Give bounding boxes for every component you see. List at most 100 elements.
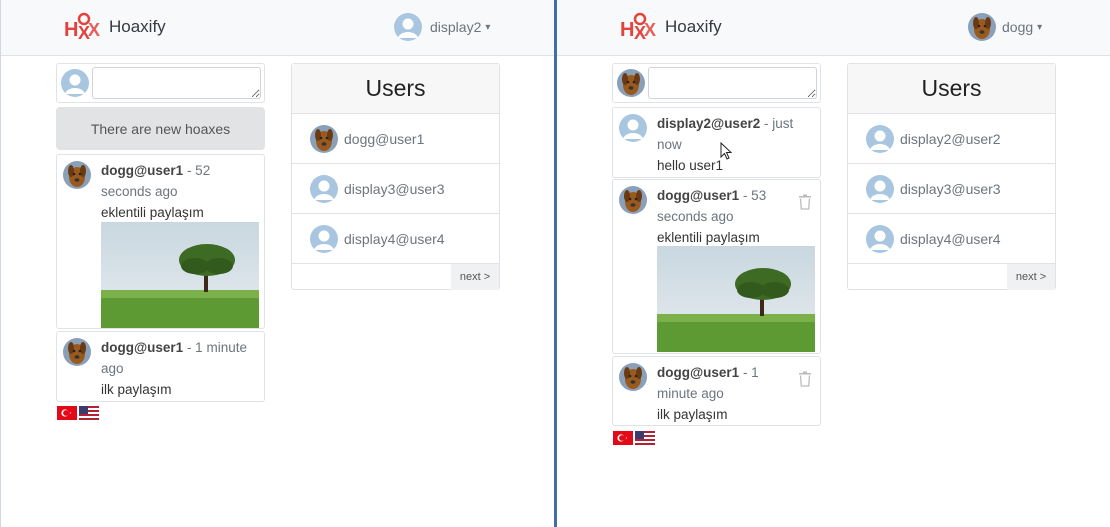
hoax-textarea[interactable] bbox=[92, 67, 261, 99]
usa-flag-icon[interactable] bbox=[79, 406, 99, 420]
turkey-flag-icon[interactable] bbox=[613, 431, 633, 445]
user-list-item[interactable]: display4@user4 bbox=[848, 214, 1055, 264]
hoax-submit-card bbox=[612, 63, 821, 103]
user-list-label: display4@user4 bbox=[344, 230, 445, 247]
language-selector bbox=[57, 406, 99, 420]
user-silhouette-icon bbox=[866, 174, 894, 203]
users-footer: next > bbox=[292, 264, 499, 290]
screen: H X X Hoaxify display2 ▾ There are new h… bbox=[0, 0, 1110, 527]
user-list-item[interactable]: display3@user3 bbox=[848, 164, 1055, 214]
dog-avatar bbox=[619, 186, 647, 214]
current-username: dogg bbox=[1002, 19, 1034, 35]
usa-flag-icon[interactable] bbox=[635, 431, 655, 445]
brand-name: Hoaxify bbox=[665, 17, 722, 36]
brand-link[interactable]: H X X Hoaxify bbox=[619, 12, 722, 42]
hoax-time-cont: minute ago bbox=[657, 386, 724, 401]
svg-text:X: X bbox=[644, 20, 656, 40]
hoax-content: eklentili paylaşım bbox=[101, 205, 204, 220]
navbar: H X X Hoaxify display2 ▾ bbox=[1, 0, 555, 56]
hoax-item: dogg@user1 - 52 seconds ago eklentili pa… bbox=[56, 154, 265, 329]
svg-text:H: H bbox=[64, 19, 78, 41]
hoax-body: dogg@user1 - 1 minute ago ilk paylaşım bbox=[101, 337, 247, 400]
user-dropdown[interactable]: dogg ▾ bbox=[968, 13, 1042, 41]
navbar: H X X Hoaxify dogg ▾ bbox=[557, 0, 1110, 56]
trash-icon[interactable] bbox=[798, 194, 812, 210]
brand-name: Hoaxify bbox=[109, 17, 166, 36]
hoax-body: dogg@user1 - 1 minute ago ilk paylaşım bbox=[657, 362, 759, 425]
user-list-label: display3@user3 bbox=[900, 180, 1001, 197]
hoax-time: - 52 bbox=[183, 163, 211, 178]
user-list-item[interactable]: dogg@user1 bbox=[292, 114, 499, 164]
hoaxify-logo-icon: H X X bbox=[620, 12, 656, 42]
dog-avatar bbox=[619, 363, 647, 391]
language-selector bbox=[613, 431, 655, 445]
brand-link[interactable]: H X X Hoaxify bbox=[63, 12, 166, 42]
hoax-body: dogg@user1 - 53 seconds ago eklentili pa… bbox=[657, 185, 766, 248]
dog-avatar bbox=[310, 124, 338, 153]
next-page-button[interactable]: next > bbox=[1007, 264, 1055, 290]
user-silhouette-icon bbox=[310, 174, 338, 203]
trash-icon[interactable] bbox=[798, 371, 812, 387]
left-browser-pane: H X X Hoaxify display2 ▾ There are new h… bbox=[0, 0, 555, 527]
hoax-attachment-image bbox=[657, 246, 815, 352]
next-page-button[interactable]: next > bbox=[451, 264, 499, 290]
user-list-label: display3@user3 bbox=[344, 180, 445, 197]
user-silhouette-icon bbox=[310, 224, 338, 253]
hoax-submit-card bbox=[56, 63, 265, 103]
user-dropdown[interactable]: display2 ▾ bbox=[394, 13, 490, 41]
user-list-label: display4@user4 bbox=[900, 230, 1001, 247]
hoax-time-cont: seconds ago bbox=[657, 209, 734, 224]
hoax-attachment-image bbox=[101, 222, 259, 328]
new-hoaxes-notice[interactable]: There are new hoaxes bbox=[56, 107, 265, 150]
dog-avatar bbox=[63, 338, 91, 366]
user-list-item[interactable]: display2@user2 bbox=[848, 114, 1055, 164]
user-list-item[interactable]: display4@user4 bbox=[292, 214, 499, 264]
user-list-item[interactable]: display3@user3 bbox=[292, 164, 499, 214]
hoax-textarea[interactable] bbox=[648, 67, 817, 99]
hoax-time-cont: seconds ago bbox=[101, 184, 178, 199]
current-username: display2 bbox=[430, 19, 482, 35]
hoax-item: dogg@user1 - 53 seconds ago eklentili pa… bbox=[612, 179, 821, 354]
hoax-username[interactable]: dogg@user1 bbox=[657, 365, 739, 380]
user-silhouette-icon bbox=[61, 69, 89, 97]
hoax-time: - 53 bbox=[739, 188, 767, 203]
hoax-username[interactable]: dogg@user1 bbox=[657, 188, 739, 203]
hoax-time-cont: ago bbox=[101, 361, 124, 376]
hoax-body: dogg@user1 - 52 seconds ago eklentili pa… bbox=[101, 160, 210, 223]
dog-avatar bbox=[63, 161, 91, 189]
caret-down-icon: ▾ bbox=[1037, 21, 1043, 33]
hoax-time: - 1 bbox=[739, 365, 759, 380]
user-silhouette-icon bbox=[866, 224, 894, 253]
svg-text:H: H bbox=[620, 19, 634, 41]
user-silhouette-icon bbox=[619, 114, 647, 142]
hoax-item: dogg@user1 - 1 minute ago ilk paylaşım bbox=[56, 331, 265, 402]
user-list-label: display2@user2 bbox=[900, 130, 1001, 147]
hoax-time: - 1 minute bbox=[183, 340, 247, 355]
turkey-flag-icon[interactable] bbox=[57, 406, 77, 420]
dog-avatar bbox=[617, 69, 645, 97]
hoax-item: display2@user2 - just now hello user1 bbox=[612, 107, 821, 178]
new-hoaxes-label: There are new hoaxes bbox=[90, 120, 231, 137]
hoax-content: ilk paylaşım bbox=[657, 407, 728, 422]
hoaxify-logo-icon: H X X bbox=[64, 12, 100, 42]
users-title: Users bbox=[848, 64, 1055, 114]
user-silhouette-icon bbox=[394, 13, 422, 41]
svg-text:X: X bbox=[88, 20, 100, 40]
users-card: Users dogg@user1 display3@user3 display4… bbox=[291, 63, 500, 290]
user-list-label: dogg@user1 bbox=[344, 130, 425, 147]
hoax-username[interactable]: display2@user2 bbox=[657, 116, 760, 131]
right-browser-pane: H X X Hoaxify dogg ▾ display2@user2 - ju… bbox=[557, 0, 1110, 527]
hoax-username[interactable]: dogg@user1 bbox=[101, 163, 183, 178]
user-silhouette-icon bbox=[866, 124, 894, 153]
hoax-item: dogg@user1 - 1 minute ago ilk paylaşım bbox=[612, 356, 821, 426]
users-title: Users bbox=[292, 64, 499, 114]
hoax-username[interactable]: dogg@user1 bbox=[101, 340, 183, 355]
hoax-time: - just bbox=[760, 116, 794, 131]
users-footer: next > bbox=[848, 264, 1055, 290]
users-card: Users display2@user2 display3@user3 disp… bbox=[847, 63, 1056, 290]
hoax-content: ilk paylaşım bbox=[101, 382, 172, 397]
caret-down-icon: ▾ bbox=[485, 21, 491, 33]
mouse-cursor-icon bbox=[720, 142, 732, 160]
hoax-content: eklentili paylaşım bbox=[657, 230, 760, 245]
dog-avatar bbox=[968, 13, 996, 41]
